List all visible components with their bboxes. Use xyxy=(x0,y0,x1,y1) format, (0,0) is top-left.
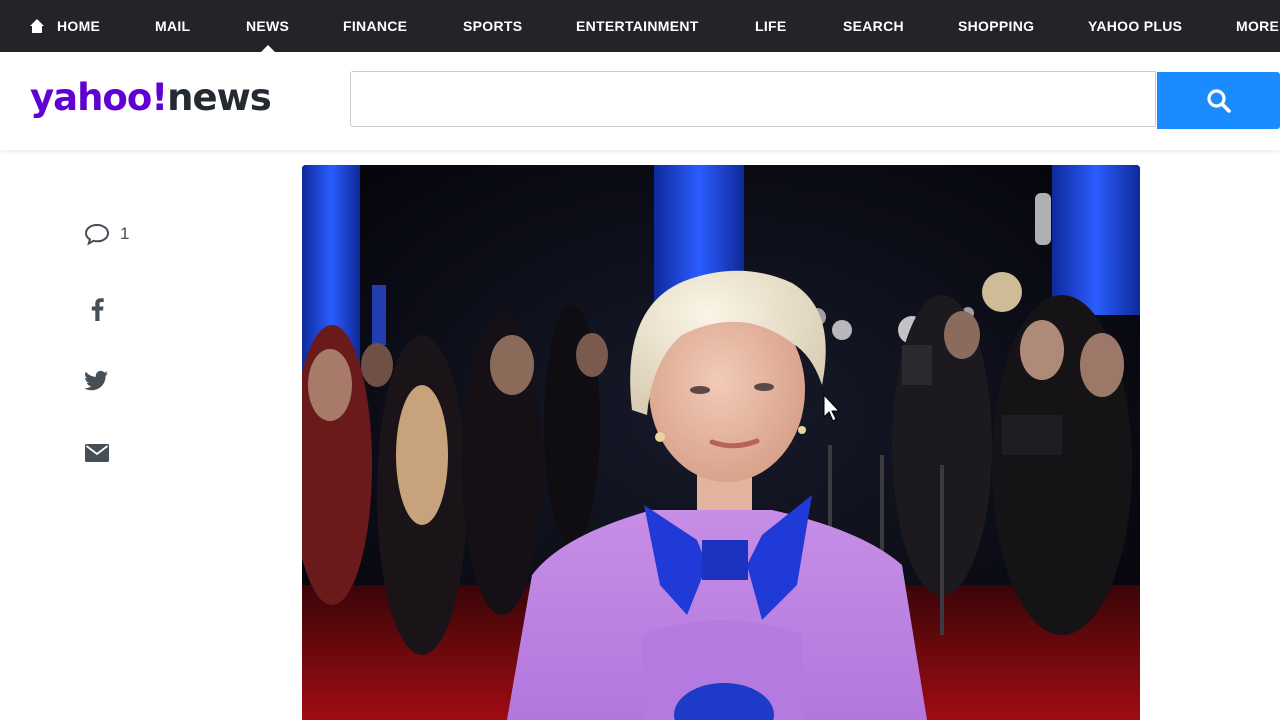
site-header: yahoo! news xyxy=(0,52,1280,150)
nav-item-entertainment[interactable]: ENTERTAINMENT xyxy=(576,0,699,52)
comment-icon xyxy=(84,223,110,246)
nav-item-more[interactable]: MORE xyxy=(1236,0,1279,52)
mail-icon xyxy=(85,444,109,462)
nav-label-entertainment: ENTERTAINMENT xyxy=(576,18,699,34)
nav-item-sports[interactable]: SPORTS xyxy=(463,0,522,52)
nav-label-shopping: SHOPPING xyxy=(958,18,1035,34)
nav-item-shopping[interactable]: SHOPPING xyxy=(958,0,1034,52)
nav-label-yahoo-plus: YAHOO PLUS xyxy=(1088,18,1183,34)
nav-label-more: MORE xyxy=(1236,18,1280,34)
search-icon xyxy=(1206,88,1231,113)
top-navigation-bar: HOME MAIL NEWS FINANCE SPORTS ENTERTAINM… xyxy=(0,0,1280,52)
red-carpet-photo-illustration xyxy=(302,165,1140,720)
share-twitter-button[interactable] xyxy=(84,370,110,392)
share-facebook-button[interactable] xyxy=(88,296,106,322)
nav-label-news: NEWS xyxy=(246,18,290,34)
logo-yahoo-text: yahoo! xyxy=(30,76,168,119)
nav-item-finance[interactable]: FINANCE xyxy=(343,0,407,52)
search-input[interactable] xyxy=(350,71,1156,127)
comment-count: 1 xyxy=(120,224,130,243)
nav-label-sports: SPORTS xyxy=(463,18,523,34)
nav-label-search: SEARCH xyxy=(843,18,904,34)
nav-label-home: HOME xyxy=(57,18,101,34)
home-icon xyxy=(30,19,44,33)
nav-label-life: LIFE xyxy=(755,18,787,34)
nav-label-mail: MAIL xyxy=(155,18,191,34)
article-hero-photo xyxy=(302,165,1140,720)
nav-item-yahoo-plus[interactable]: YAHOO PLUS xyxy=(1088,0,1182,52)
nav-label-finance: FINANCE xyxy=(343,18,408,34)
facebook-icon xyxy=(91,298,104,321)
yahoo-news-logo[interactable]: yahoo! news xyxy=(30,76,272,126)
nav-item-home[interactable]: HOME xyxy=(29,0,100,52)
nav-item-life[interactable]: LIFE xyxy=(755,0,787,52)
comments-button[interactable]: 1 xyxy=(84,222,129,246)
nav-item-search[interactable]: SEARCH xyxy=(843,0,904,52)
twitter-icon xyxy=(84,370,108,391)
share-email-button[interactable] xyxy=(85,444,109,462)
nav-item-mail[interactable]: MAIL xyxy=(155,0,190,52)
search-button[interactable] xyxy=(1157,72,1280,129)
logo-news-text: news xyxy=(167,76,272,119)
nav-item-news[interactable]: NEWS xyxy=(246,0,289,52)
